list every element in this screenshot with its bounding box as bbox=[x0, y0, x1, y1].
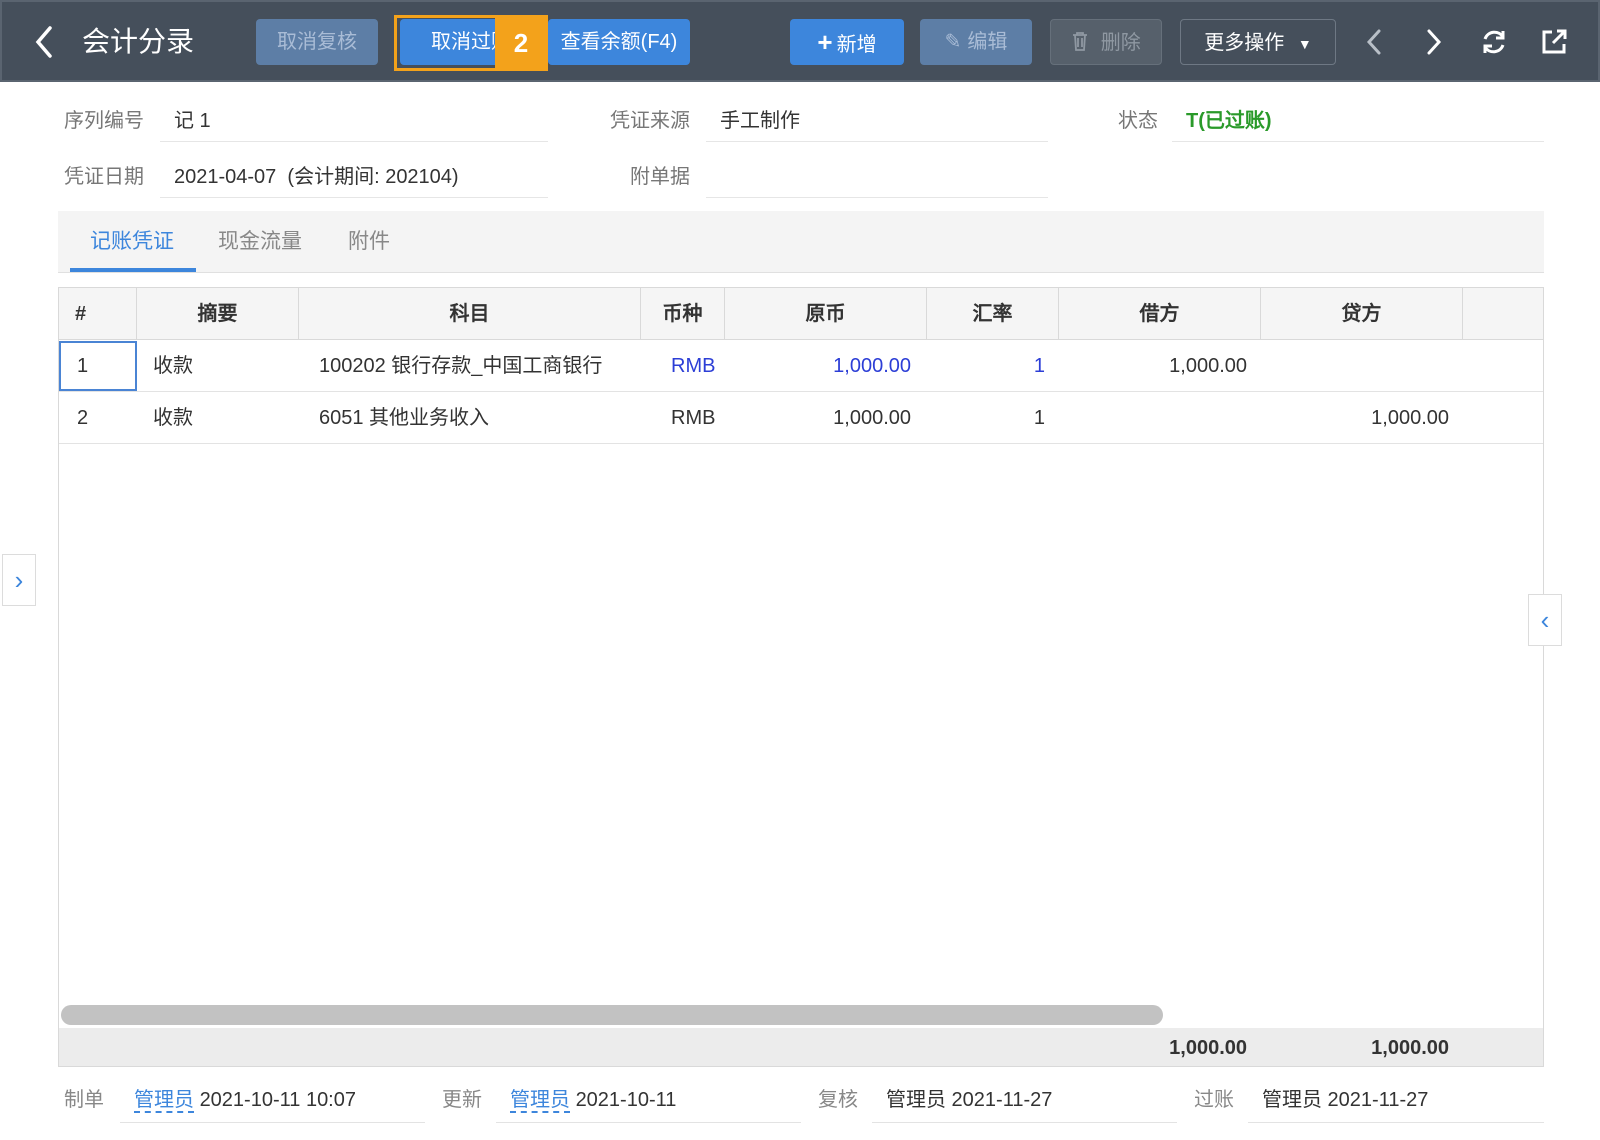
posted-by-label: 过账 bbox=[1194, 1089, 1234, 1111]
serial-number-field[interactable]: 记 1 bbox=[160, 100, 548, 142]
more-actions-dropdown[interactable]: 更多操作 ▼ bbox=[1180, 19, 1336, 65]
reviewed-by-value: 管理员 2021-11-27 bbox=[886, 1089, 1053, 1111]
cell-number[interactable]: 1 bbox=[77, 340, 88, 392]
footer-divider bbox=[120, 1122, 425, 1123]
col-header-credit: 贷方 bbox=[1261, 288, 1463, 340]
status-label: 状态 bbox=[1118, 110, 1158, 132]
created-by-label: 制单 bbox=[64, 1089, 104, 1111]
cell-original[interactable]: 1,000.00 bbox=[725, 392, 911, 444]
caret-down-icon: ▼ bbox=[1297, 36, 1312, 52]
add-button[interactable]: + 新增 bbox=[790, 19, 904, 65]
cell-currency[interactable]: RMB bbox=[671, 392, 715, 444]
col-header-currency: 币种 bbox=[641, 288, 725, 340]
col-header-number: # bbox=[59, 288, 137, 340]
cell-summary[interactable]: 收款 bbox=[153, 340, 193, 392]
cancel-review-button[interactable]: 取消复核 bbox=[256, 19, 378, 65]
entries-table: # 摘要 科目 币种 原币 汇率 借方 贷方 1 收款 100202 银行存款_… bbox=[58, 287, 1544, 1067]
delete-button-label: 删除 bbox=[1100, 32, 1141, 54]
cell-credit[interactable] bbox=[1261, 340, 1449, 392]
edit-button-label: 编辑 bbox=[967, 31, 1008, 53]
edit-icon: ✎ bbox=[944, 31, 962, 53]
step-badge: 2 bbox=[495, 16, 547, 70]
attachments-field[interactable] bbox=[706, 156, 1048, 198]
footer-divider bbox=[496, 1122, 801, 1123]
table-totals: 1,000.00 1,000.00 bbox=[59, 1028, 1543, 1066]
voucher-source-field[interactable]: 手工制作 bbox=[706, 100, 1048, 142]
footer-divider bbox=[872, 1122, 1177, 1123]
cell-account[interactable]: 6051 其他业务收入 bbox=[319, 392, 489, 444]
voucher-date-field[interactable]: 2021-04-07 (会计期间: 202104) bbox=[160, 156, 548, 198]
voucher-source-label: 凭证来源 bbox=[610, 110, 690, 132]
cell-currency[interactable]: RMB bbox=[671, 340, 715, 392]
total-debit: 1,000.00 bbox=[1169, 1037, 1247, 1059]
cell-rate[interactable]: 1 bbox=[927, 340, 1045, 392]
updated-time: 2021-10-11 bbox=[575, 1089, 677, 1111]
updated-by-user-link[interactable]: 管理员 bbox=[510, 1089, 570, 1113]
updated-by-value: 管理员 2021-10-11 bbox=[510, 1085, 676, 1115]
attachments-label: 附单据 bbox=[630, 166, 690, 188]
tab-attachments[interactable]: 附件 bbox=[348, 227, 390, 257]
cell-original[interactable]: 1,000.00 bbox=[725, 340, 911, 392]
back-chevron-icon[interactable] bbox=[24, 20, 64, 64]
created-time: 2021-10-11 10:07 bbox=[199, 1089, 356, 1111]
next-record-chevron-icon[interactable] bbox=[1414, 22, 1454, 62]
status-field: T(已过账) bbox=[1172, 100, 1544, 142]
page-title: 会计分录 bbox=[82, 26, 195, 57]
col-header-rate: 汇率 bbox=[927, 288, 1059, 340]
prev-record-chevron-icon[interactable] bbox=[1354, 22, 1394, 62]
refresh-icon[interactable] bbox=[1474, 22, 1514, 62]
col-header-summary: 摘要 bbox=[137, 288, 299, 340]
table-header: # 摘要 科目 币种 原币 汇率 借方 贷方 bbox=[59, 288, 1543, 340]
cell-debit[interactable] bbox=[1059, 392, 1247, 444]
top-toolbar: 会计分录 取消复核 取消过账 查看余额(F4) 2 + 新增 ✎ 编辑 删除 更多操… bbox=[0, 0, 1600, 82]
selected-cell-frame bbox=[59, 341, 137, 391]
total-credit: 1,000.00 bbox=[1371, 1037, 1449, 1059]
trash-icon bbox=[1071, 32, 1095, 54]
more-actions-label: 更多操作 bbox=[1204, 32, 1285, 54]
tab-voucher[interactable]: 记账凭证 bbox=[90, 227, 174, 257]
expand-left-panel-chevron-icon[interactable]: › bbox=[2, 554, 36, 606]
cell-debit[interactable]: 1,000.00 bbox=[1059, 340, 1247, 392]
cell-account[interactable]: 100202 银行存款_中国工商银行 bbox=[319, 340, 602, 392]
edit-button[interactable]: ✎ 编辑 bbox=[920, 19, 1032, 65]
reviewed-by-label: 复核 bbox=[818, 1089, 858, 1111]
add-button-label: 新增 bbox=[836, 34, 877, 56]
horizontal-scrollbar[interactable] bbox=[61, 1005, 1163, 1025]
view-balance-button[interactable]: 查看余额(F4) bbox=[548, 19, 690, 65]
delete-button[interactable]: 删除 bbox=[1050, 19, 1162, 65]
plus-icon: + bbox=[817, 27, 833, 57]
serial-number-label: 序列编号 bbox=[64, 110, 144, 132]
created-by-user-link[interactable]: 管理员 bbox=[134, 1089, 194, 1113]
tab-bar: 记账凭证 现金流量 附件 bbox=[58, 211, 1544, 273]
cell-rate[interactable]: 1 bbox=[927, 392, 1045, 444]
updated-by-label: 更新 bbox=[442, 1089, 482, 1111]
expand-right-panel-chevron-icon[interactable]: ‹ bbox=[1528, 594, 1562, 646]
active-tab-indicator bbox=[70, 268, 196, 272]
table-row[interactable]: 1 收款 100202 银行存款_中国工商银行 RMB 1,000.00 1 1… bbox=[59, 340, 1543, 392]
table-row[interactable]: 2 收款 6051 其他业务收入 RMB 1,000.00 1 1,000.00 bbox=[59, 392, 1543, 444]
tab-cash-flow[interactable]: 现金流量 bbox=[218, 227, 302, 257]
cell-number[interactable]: 2 bbox=[77, 392, 88, 444]
external-link-icon[interactable] bbox=[1534, 22, 1574, 62]
col-header-debit: 借方 bbox=[1059, 288, 1261, 340]
created-by-value: 管理员 2021-10-11 10:07 bbox=[134, 1085, 356, 1115]
footer-divider bbox=[1248, 1122, 1544, 1123]
posted-by-value: 管理员 2021-11-27 bbox=[1262, 1089, 1429, 1111]
cell-credit[interactable]: 1,000.00 bbox=[1261, 392, 1449, 444]
cell-summary[interactable]: 收款 bbox=[153, 392, 193, 444]
col-header-original: 原币 bbox=[725, 288, 927, 340]
voucher-date-label: 凭证日期 bbox=[64, 166, 144, 188]
col-header-account: 科目 bbox=[299, 288, 641, 340]
